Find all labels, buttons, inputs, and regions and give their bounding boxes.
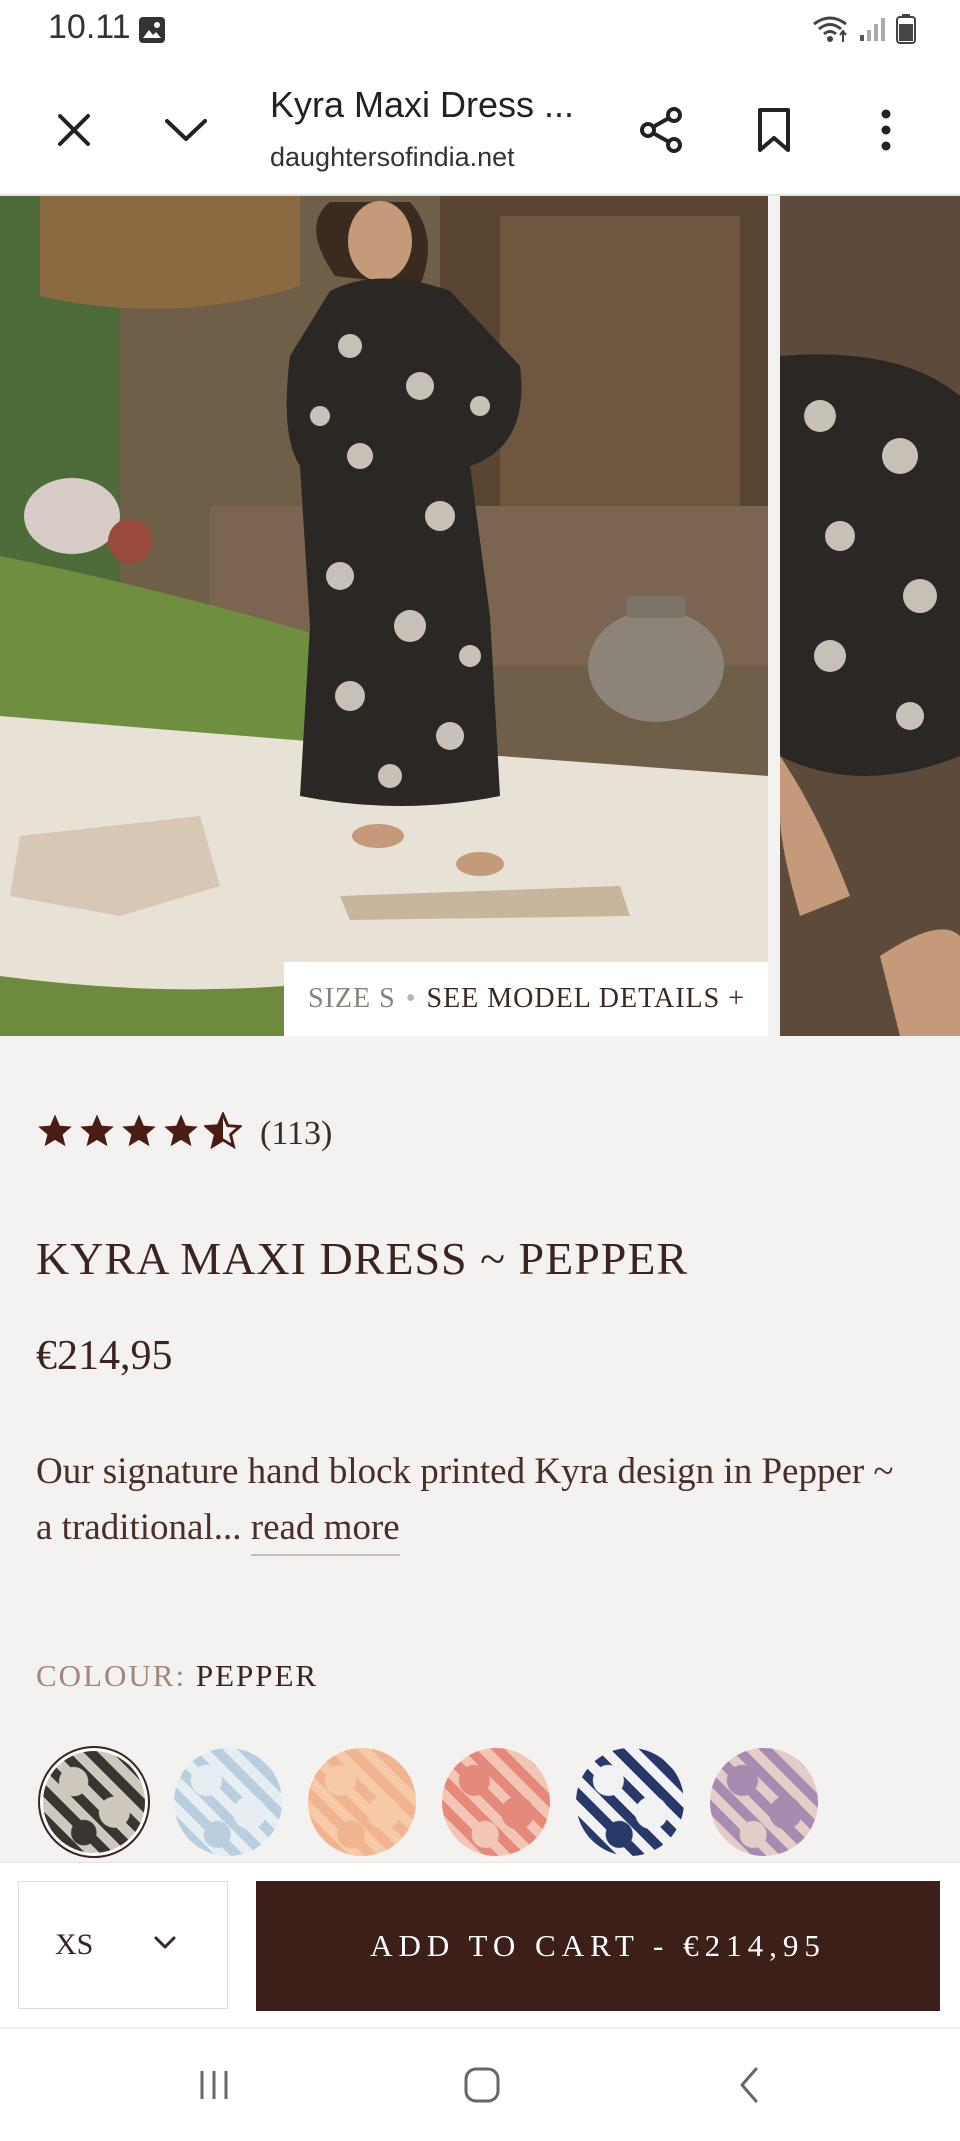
gallery-icon [138,16,166,44]
colour-swatch[interactable] [710,1748,818,1856]
model-size-label: SIZE S [308,983,396,1014]
page-url[interactable]: daughtersofindia.net [270,142,515,173]
model-details-tag[interactable]: SIZE S • SEE MODEL DETAILS + [284,962,768,1036]
colour-swatch[interactable] [442,1748,550,1856]
sticky-cart-bar: XS ADD TO CART - €214,95 [0,1862,960,2027]
colour-swatch[interactable] [308,1748,416,1856]
star-icon [78,1112,116,1155]
chevron-down-icon[interactable] [158,102,214,158]
wifi-icon [812,15,848,48]
star-icon [36,1112,74,1155]
star-icon [162,1112,200,1155]
colour-swatch[interactable] [576,1748,684,1856]
bookmark-icon[interactable] [746,102,802,158]
star-icon [120,1112,158,1155]
add-to-cart-button[interactable]: ADD TO CART - €214,95 [256,1881,940,2011]
separator-dot: • [405,983,417,1014]
status-icons [812,14,916,49]
colour-swatch[interactable] [174,1748,282,1856]
battery-icon [896,14,916,49]
colour-swatch[interactable] [38,1746,150,1858]
share-icon[interactable] [634,102,690,158]
product-gallery[interactable]: SIZE S • SEE MODEL DETAILS + [0,196,960,1036]
signal-icon [858,15,886,48]
size-select[interactable]: XS [18,1881,228,2009]
system-nav-bar [0,2028,960,2141]
next-product-photo[interactable] [780,196,960,1036]
colour-value: PEPPER [195,1658,319,1693]
colour-swatches [38,1746,818,1858]
description-text: Our signature hand block printed Kyra de… [36,1451,894,1548]
half-star-icon [202,1110,244,1155]
status-time: 10.11 [48,8,131,46]
back-icon[interactable] [722,2057,778,2113]
product-title: KYRA MAXI DRESS ~ PEPPER [36,1233,689,1284]
colour-selector-label: COLOUR: PEPPER [36,1658,318,1694]
rating[interactable]: (113) [36,1110,332,1155]
page-title[interactable]: Kyra Maxi Dress ... [270,84,574,126]
chevron-down-icon [153,1935,177,1956]
status-bar: 10.11 [0,0,960,64]
browser-toolbar: Kyra Maxi Dress ... daughtersofindia.net [0,64,960,196]
read-more-link[interactable]: read more [250,1507,400,1556]
product-photo[interactable] [0,196,768,1036]
recent-apps-icon[interactable] [186,2057,242,2113]
see-model-details-link[interactable]: SEE MODEL DETAILS + [427,983,745,1015]
colour-label: COLOUR: [36,1658,187,1693]
more-vert-icon[interactable] [858,102,914,158]
close-icon[interactable] [46,102,102,158]
product-description: Our signature hand block printed Kyra de… [36,1444,916,1556]
rating-count[interactable]: (113) [260,1115,332,1153]
home-icon[interactable] [454,2057,510,2113]
product-price: €214,95 [36,1333,173,1379]
size-select-value: XS [55,1928,94,1961]
